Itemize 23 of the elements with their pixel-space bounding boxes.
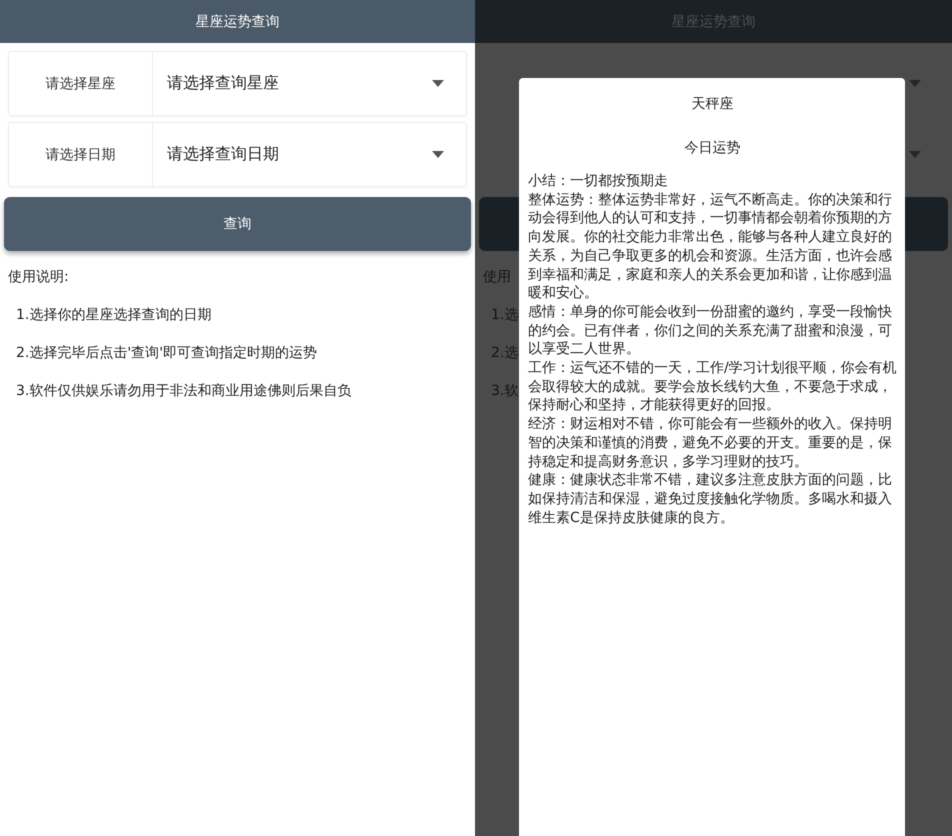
fortune-paragraph: 经济：财运相对不错，你可能会有一些额外的收入。保持明智的决策和谨慎的消费，避免不必要的开支。重要的是，保持稳定和提高财务意识，多学习理财的技巧。 [528, 415, 893, 472]
select-dropdown[interactable]: 请选择查询日期 [153, 123, 466, 186]
caret-icon [909, 80, 921, 87]
caret-icon [432, 80, 444, 87]
fortune-paragraph: 整体运势：整体运势非常好，运气不断高走。你的决策和行动会得到他人的认可和支持，一切事情都会朝着你预期的方向发展。你的社交能力非常出色，能够与各种人建立良好的关系，为自己争取更多的机会和资源。生活方面，也许会感到幸福和满足，家庭和亲人的关系会更加和谐，让你感到温暖和安心。 [528, 190, 893, 303]
fortune-paragraph: 小结：一切都按预期走 [528, 172, 669, 191]
fortune-paragraph: 健康：健康状态非常不错，建议多注意皮肤方面的问题，比如保持清洁和保湿，避免过度接触化学物质。多喝水和摄入维生素C是保持皮肤健康的良方。 [528, 471, 893, 528]
instruction-item: 3.软件仅供娱乐请勿用于非法和商业用途佛则后果自负 [16, 382, 352, 401]
fortune-paragraph: 感情：单身的你可能会收到一份甜蜜的邀约，享受一段愉快的约会。已有伴者，你们之间的关系充满了甜蜜和浪漫，可以享受二人世界。 [528, 302, 893, 360]
caret-icon [909, 151, 921, 158]
dialog-subtitle: 今日运势 [684, 139, 742, 158]
instruction-item: 2.选择完毕后点击'查询'即可查询指定时期的运势 [16, 344, 318, 363]
select-dropdown[interactable]: 请选择查询星座 [153, 52, 466, 115]
query-button[interactable]: 查询 [4, 197, 471, 251]
app-title: 星座运势查询 [196, 12, 280, 30]
instruction-item: 1.选择你的星座选择查询的日期 [16, 306, 212, 325]
dialog-title: 天秤座 [690, 95, 734, 114]
instructions-heading: 使用 [483, 268, 511, 287]
fortune-paragraph: 工作：运气还不错的一天，工作/学习计划很平顺，你会有机会取得较大的成就。要学会放长线钓大鱼，不要急于求成，保持耐心和坚持，才能获得更好的回报。 [528, 359, 897, 416]
instructions-heading: 使用说明: [8, 268, 69, 287]
field-label: 请选择星座 [46, 74, 116, 92]
field-label: 请选择日期 [46, 146, 116, 164]
caret-icon [432, 151, 444, 158]
